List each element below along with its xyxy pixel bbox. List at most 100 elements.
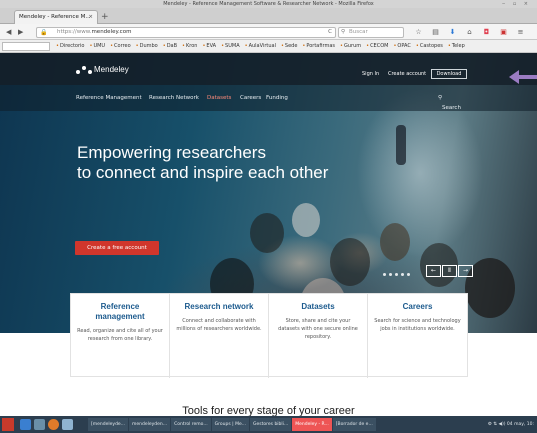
- logo-text: Mendeley: [94, 65, 129, 74]
- bookmark-item[interactable]: Kron: [186, 40, 197, 52]
- bookmark-icon: •: [162, 43, 166, 49]
- nav-funding[interactable]: Funding: [266, 95, 288, 102]
- taskbar-task[interactable]: mendeleyden...: [128, 418, 171, 431]
- mendeley-logo-icon: [76, 65, 92, 74]
- site-search-label: Search: [442, 105, 461, 111]
- nav-careers[interactable]: Careers: [240, 95, 261, 102]
- taskbar-task[interactable]: [Borrador de e...: [332, 418, 376, 431]
- bookmark-item[interactable]: CECOM: [370, 40, 388, 52]
- bookmark-item[interactable]: SUMA: [225, 40, 240, 52]
- tab-title: Mendeley - Reference M...: [19, 14, 91, 20]
- reading-list-icon[interactable]: ▤: [427, 27, 444, 37]
- sign-in-link[interactable]: Sign In: [362, 71, 379, 77]
- card-title[interactable]: Research network: [176, 302, 262, 312]
- bookmark-field[interactable]: [2, 42, 50, 51]
- bookmark-item[interactable]: Directorio: [60, 40, 85, 52]
- bookmark-item[interactable]: Correo: [114, 40, 131, 52]
- create-account-link[interactable]: Create account: [388, 71, 426, 77]
- bookmarks-bar: •Directorio •UMU •Correo •Dumbo •DaB •Kron •EV…: [0, 40, 537, 53]
- url-bar[interactable]: 🔒 https://www.mendeley.com C: [36, 27, 336, 38]
- bookmark-item[interactable]: EVA: [206, 40, 216, 52]
- carousel-pause-icon[interactable]: Ⅱ: [442, 265, 457, 277]
- forward-button[interactable]: ▶: [18, 27, 23, 37]
- terminal-icon[interactable]: [34, 419, 45, 430]
- reload-button[interactable]: C: [328, 28, 332, 37]
- window-titlebar: Mendeley - Reference Management Software…: [0, 0, 537, 8]
- taskbar-task[interactable]: Mendeley - R...: [292, 418, 332, 431]
- search-bar[interactable]: ⚲ Buscar: [338, 27, 404, 38]
- taskbar-task[interactable]: Control remo...: [171, 418, 211, 431]
- nav-reference-management[interactable]: Reference Management: [76, 95, 142, 102]
- card-title[interactable]: Datasets: [275, 302, 361, 312]
- carousel-controls: ← Ⅱ →: [426, 265, 474, 277]
- tab-close-icon[interactable]: ×: [88, 11, 93, 24]
- create-free-account-button[interactable]: Create a free account: [75, 241, 159, 255]
- card-datasets[interactable]: Datasets Store, share and cite your data…: [269, 294, 368, 378]
- nav-research-network[interactable]: Research Network: [149, 95, 199, 102]
- tray-icons[interactable]: ⚙ ⇅ ◀)): [488, 422, 507, 427]
- carousel-dot[interactable]: [389, 273, 392, 276]
- bookmark-item[interactable]: Sede: [285, 40, 298, 52]
- hero-headline-line-1: Empowering researchers: [77, 143, 266, 162]
- carousel-dot[interactable]: [401, 273, 404, 276]
- bookmark-item[interactable]: Castopes: [420, 40, 443, 52]
- bookmark-item[interactable]: UMU: [93, 40, 105, 52]
- search-placeholder: Buscar: [349, 29, 368, 35]
- card-title[interactable]: Reference management: [77, 302, 163, 322]
- card-careers[interactable]: Careers Search for science and technolog…: [368, 294, 467, 378]
- carousel-dot[interactable]: [407, 273, 410, 276]
- card-reference-management[interactable]: Reference management Read, organize and …: [71, 294, 170, 378]
- bookmark-icon: •: [280, 43, 284, 49]
- taskbar-task[interactable]: Groups | Me...: [211, 418, 250, 431]
- bookmark-item[interactable]: OPAC: [397, 40, 410, 52]
- hero-headline: Empowering researchers to connect and in…: [77, 143, 328, 183]
- new-tab-button[interactable]: +: [101, 12, 109, 22]
- firefox-menu-icon[interactable]: ▣: [495, 27, 512, 37]
- bookmark-icon: •: [135, 43, 139, 49]
- card-text: Store, share and cite your datasets with…: [278, 318, 358, 340]
- mendeley-page: Mendeley Sign In Create account Download…: [0, 53, 537, 416]
- hero-headline-line-2: to connect and inspire each other: [77, 163, 329, 182]
- tab-mendeley[interactable]: Mendeley - Reference M... ×: [14, 10, 98, 24]
- pocket-icon[interactable]: ◘: [478, 27, 495, 37]
- mail-icon[interactable]: [62, 419, 73, 430]
- carousel-dot[interactable]: [383, 273, 386, 276]
- window-title: Mendeley - Reference Management Software…: [163, 1, 374, 7]
- site-header: Mendeley Sign In Create account Download: [0, 53, 537, 85]
- bookmark-icon: •: [340, 43, 343, 49]
- window-controls[interactable]: ‒ ▫ ×: [502, 0, 531, 8]
- download-icon[interactable]: ⬇: [444, 27, 461, 37]
- clock: 04 may, 10:: [506, 422, 534, 427]
- bookmark-item[interactable]: Portafirmas: [306, 40, 335, 52]
- bookmark-item[interactable]: Telep: [452, 40, 465, 52]
- carousel-next-icon[interactable]: →: [458, 265, 473, 277]
- taskbar-task[interactable]: Gestores bibli...: [250, 418, 292, 431]
- bookmark-item[interactable]: AulaVirtual: [249, 40, 276, 52]
- card-title[interactable]: Careers: [374, 302, 461, 312]
- home-icon[interactable]: ⌂: [461, 27, 478, 37]
- firefox-icon[interactable]: [48, 419, 59, 430]
- bookmark-item[interactable]: Gurum: [344, 40, 361, 52]
- file-manager-icon[interactable]: [20, 419, 31, 430]
- nav-datasets[interactable]: Datasets: [207, 95, 231, 102]
- hamburger-icon[interactable]: ≡: [512, 27, 529, 37]
- bookmark-icon: •: [302, 43, 306, 49]
- bookmark-icon: •: [415, 43, 419, 49]
- start-menu-button[interactable]: [2, 418, 14, 431]
- star-icon[interactable]: ☆: [410, 27, 427, 37]
- card-research-network[interactable]: Research network Connect and collaborate…: [170, 294, 269, 378]
- url-host: mendeley.com: [91, 29, 132, 35]
- site-search-link[interactable]: ⚲ Search: [438, 95, 461, 111]
- card-text: Search for science and technology jobs i…: [374, 318, 461, 332]
- taskbar-task[interactable]: [mendeleyde...: [88, 418, 128, 431]
- tools-heading: Tools for every stage of your career: [182, 405, 355, 416]
- back-button[interactable]: ◀: [6, 27, 11, 37]
- bookmark-item[interactable]: DaB: [167, 40, 177, 52]
- carousel-dot[interactable]: [395, 273, 398, 276]
- download-button[interactable]: Download: [431, 69, 467, 79]
- mendeley-logo[interactable]: Mendeley: [76, 65, 129, 75]
- bookmark-item[interactable]: Dumbo: [140, 40, 158, 52]
- carousel-prev-icon[interactable]: ←: [426, 265, 441, 277]
- search-icon: ⚲: [341, 29, 346, 35]
- taskbar-tasks: [mendeleyde... mendeleyden... Control remo…: [88, 418, 377, 431]
